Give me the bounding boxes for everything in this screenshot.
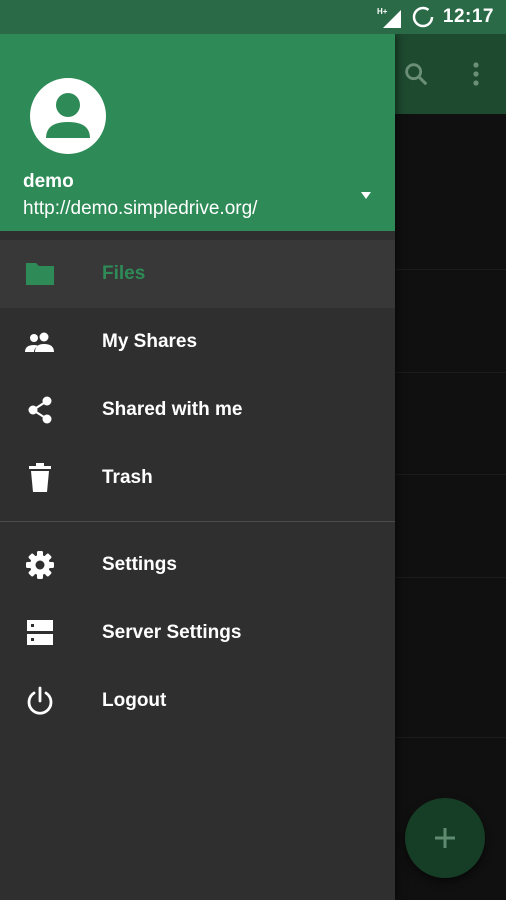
menu-item-my-shares[interactable]: My Shares [0,308,395,376]
share-icon [24,394,56,426]
avatar [30,78,106,154]
trash-icon [24,462,56,494]
server-icon [24,617,56,649]
navigation-drawer: demo http://demo.simpledrive.org/ Files [0,34,395,900]
account-header[interactable]: demo http://demo.simpledrive.org/ [0,34,395,231]
list-divider [395,269,506,270]
search-icon[interactable] [396,54,436,94]
add-button[interactable] [405,798,485,878]
menu-item-label: Trash [102,467,153,488]
gear-icon [24,549,56,581]
menu-item-label: Shared with me [102,399,243,420]
menu-item-label: Server Settings [102,622,242,643]
menu-item-files[interactable]: Files [0,240,395,308]
status-bar: H+ 12:17 [0,0,506,34]
menu-item-logout[interactable]: Logout [0,667,395,735]
more-options-icon[interactable] [456,54,496,94]
list-divider [395,577,506,578]
menu-item-label: Settings [102,554,177,575]
primary-menu: Files My Shares Shared with me Trash [0,231,395,512]
folder-icon [24,258,56,290]
power-icon [24,685,56,717]
menu-item-label: My Shares [102,331,198,352]
people-icon [24,326,56,358]
menu-item-label: Files [102,263,146,284]
clock: 12:17 [442,6,494,27]
signal-icon: H+ [377,6,403,28]
account-server-url: http://demo.simpledrive.org/ [23,198,258,219]
menu-divider [0,521,395,522]
menu-item-settings[interactable]: Settings [0,531,395,599]
list-divider [395,474,506,475]
menu-item-trash[interactable]: Trash [0,444,395,512]
person-icon [46,93,90,138]
menu-item-label: Logout [102,690,167,711]
list-divider [395,372,506,373]
secondary-menu: Settings Server Settings Logout [0,531,395,735]
list-divider [395,737,506,738]
account-name: demo [23,171,74,192]
sync-icon [411,5,435,29]
svg-text:H+: H+ [377,7,388,16]
menu-item-shared-with-me[interactable]: Shared with me [0,376,395,444]
menu-item-server-settings[interactable]: Server Settings [0,599,395,667]
account-dropdown-icon[interactable] [356,186,376,206]
plus-icon [435,828,455,848]
